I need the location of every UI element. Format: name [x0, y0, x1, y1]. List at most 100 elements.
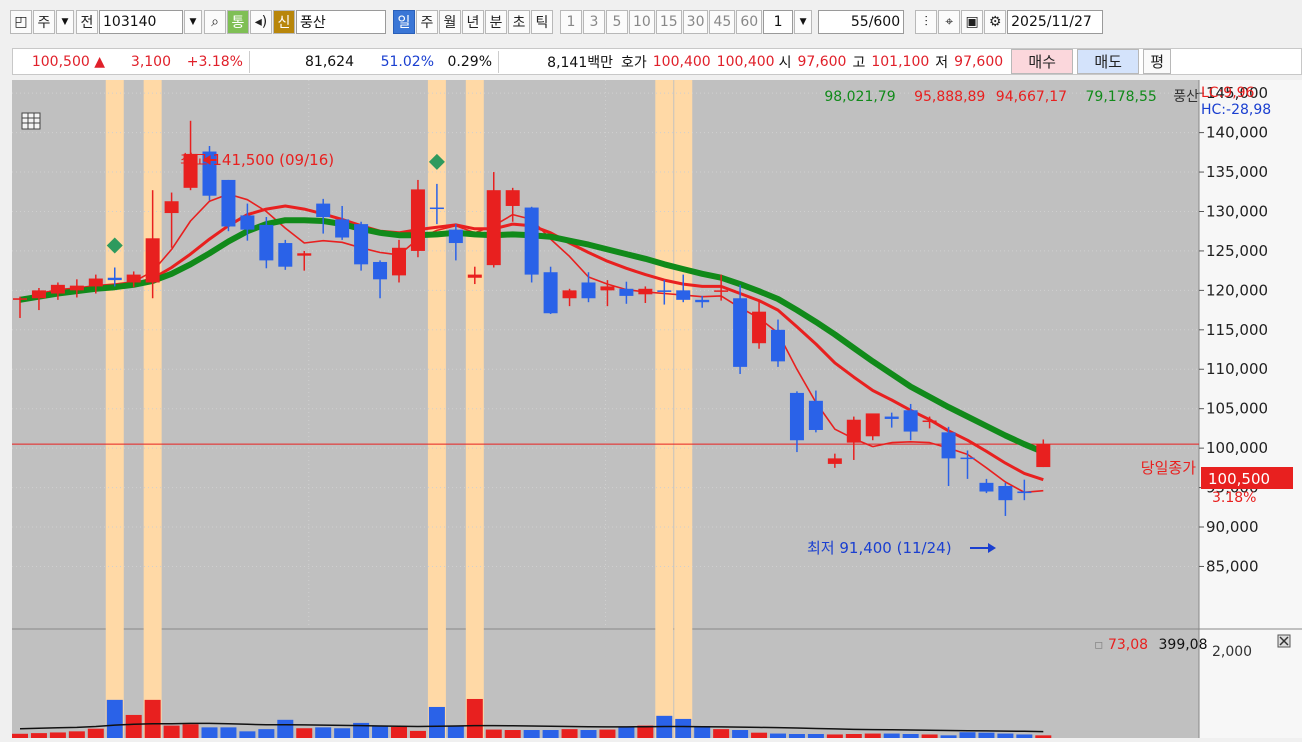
candle-body	[657, 290, 672, 292]
interval-tab[interactable]: 5	[606, 10, 628, 34]
candle-body	[903, 410, 918, 432]
crosshair-icon[interactable]: ⌖	[938, 10, 961, 34]
bar-count: 55	[850, 14, 869, 30]
interval-tabs: 1 3 5 10 15 30 45 60	[560, 10, 763, 34]
volume-bar	[296, 728, 313, 738]
candle-body	[808, 400, 823, 430]
period-tab[interactable]: 분	[485, 10, 507, 34]
volume-bar	[220, 727, 237, 738]
volume-bar	[959, 732, 976, 738]
candle-body	[1017, 491, 1032, 494]
candle-body	[448, 229, 463, 244]
volume-bar	[428, 706, 445, 738]
speaker-icon[interactable]: ◂)	[250, 10, 272, 34]
interval-tab[interactable]: 45	[709, 10, 736, 34]
close-pane-icon[interactable]	[1277, 634, 1291, 648]
current-price: 100,500	[1208, 470, 1270, 488]
volume-bar	[144, 699, 161, 738]
volume-value-1: 73,08	[1108, 637, 1148, 653]
period-tab[interactable]: 초	[508, 10, 530, 34]
stock-chart[interactable]: 85,00090,00095,000100,000105,000110,0001…	[12, 80, 1302, 738]
volume-bar	[542, 730, 559, 738]
candle-body	[846, 419, 861, 443]
candle-body	[676, 290, 691, 300]
candle-body	[354, 224, 369, 265]
quote-price: 100,500 ▲	[31, 53, 105, 70]
candle-body	[50, 284, 65, 294]
sell-button[interactable]: 매도	[1077, 49, 1140, 74]
candle-body	[638, 288, 653, 295]
search-icon[interactable]: ⌕	[204, 10, 226, 34]
prev-button[interactable]: 전	[76, 10, 98, 34]
candle-body	[733, 298, 748, 367]
candle-body	[865, 413, 880, 437]
candle-body	[373, 261, 388, 280]
period-tab[interactable]: 월	[439, 10, 461, 34]
interval-tab[interactable]: 10	[629, 10, 655, 34]
candle-body	[259, 224, 274, 261]
period-tab[interactable]: 주	[416, 10, 438, 34]
interval-dropdown-icon[interactable]: ▼	[794, 10, 813, 34]
quote-high: 101,100	[871, 53, 930, 70]
period-tab[interactable]: 일	[393, 10, 415, 34]
volume-bar	[391, 726, 407, 738]
stock-name-field[interactable]: 풍산	[296, 10, 386, 34]
code-dropdown-icon[interactable]: ▼	[184, 10, 202, 34]
period-primary-button[interactable]: 주	[33, 10, 55, 34]
volume-bar	[978, 732, 995, 738]
interval-tab[interactable]: 60	[736, 10, 763, 34]
quote-bar: 100,500 ▲ 3,100 +3.18% 81,624 51.02% 0.2…	[12, 48, 1302, 75]
quote-change: 3,100	[130, 53, 171, 70]
chart-area[interactable]: 85,00090,00095,000100,000105,000110,0001…	[12, 80, 1302, 738]
volume-bar	[334, 728, 351, 738]
candle-body	[164, 201, 179, 214]
candle-body	[543, 272, 558, 314]
toolbar: ◰ 주 ▼ 전 103140 ▼ ⌕ 통 ◂) 신 풍산 일주월년분초틱 135…	[0, 0, 1302, 75]
stock-code-input[interactable]: 103140	[99, 10, 183, 34]
avg-button[interactable]: 평	[1143, 49, 1172, 74]
interval-input[interactable]: 1	[763, 10, 794, 34]
window-icon[interactable]: ◰	[10, 10, 32, 34]
candle-body	[600, 286, 615, 291]
quote-change-pct: +3.18%	[186, 53, 243, 70]
hoga-label: 호가	[621, 54, 647, 71]
ma2-value: 95,888,89	[914, 89, 985, 105]
interval-tab[interactable]: 15	[655, 10, 682, 34]
date-input[interactable]: 2025/11/27	[1007, 10, 1104, 34]
high-label: 고	[852, 54, 866, 71]
candle-body	[297, 253, 312, 256]
save-icon[interactable]: ▣	[961, 10, 984, 34]
candle-type-icon[interactable]: ⫶	[915, 10, 938, 34]
gear-icon[interactable]: ⚙	[984, 10, 1007, 34]
volume-bar	[826, 734, 843, 738]
ma1-value: 98,021,79	[824, 89, 895, 105]
interval-tab[interactable]: 30	[682, 10, 709, 34]
low-label: 저	[935, 54, 949, 71]
sin-badge[interactable]: 신	[273, 10, 295, 34]
period-tab[interactable]: 년	[462, 10, 484, 34]
quote-bid: 100,400	[716, 53, 775, 70]
chevron-down-icon[interactable]: ▼	[56, 10, 74, 34]
candle-body	[771, 329, 785, 362]
grid-toggle-icon[interactable]	[21, 112, 41, 130]
tong-button[interactable]: 통	[227, 10, 249, 34]
quote-volume: 81,624	[305, 53, 354, 70]
interval-tab[interactable]: 3	[583, 10, 605, 34]
high-annotation: 최고 141,500 (09/16)	[180, 151, 334, 169]
candle-body	[524, 207, 539, 275]
candle-body	[31, 290, 46, 299]
candle-body	[240, 215, 255, 230]
candle-body	[695, 299, 710, 303]
buy-button[interactable]: 매수	[1011, 49, 1074, 74]
interval-tab[interactable]: 1	[560, 10, 582, 34]
period-tab[interactable]: 틱	[531, 10, 553, 34]
y-tick-label: 140,000	[1206, 124, 1268, 142]
current-pct: 3.18%	[1212, 490, 1256, 506]
bar-count-input[interactable]: 55/600	[818, 10, 905, 34]
candle-body	[88, 278, 103, 287]
volume-bar	[694, 726, 711, 738]
volume-bar	[751, 732, 768, 738]
candle-body	[221, 179, 236, 227]
y-tick-label: 135,000	[1206, 163, 1268, 181]
y-tick-label: 125,000	[1206, 242, 1268, 260]
